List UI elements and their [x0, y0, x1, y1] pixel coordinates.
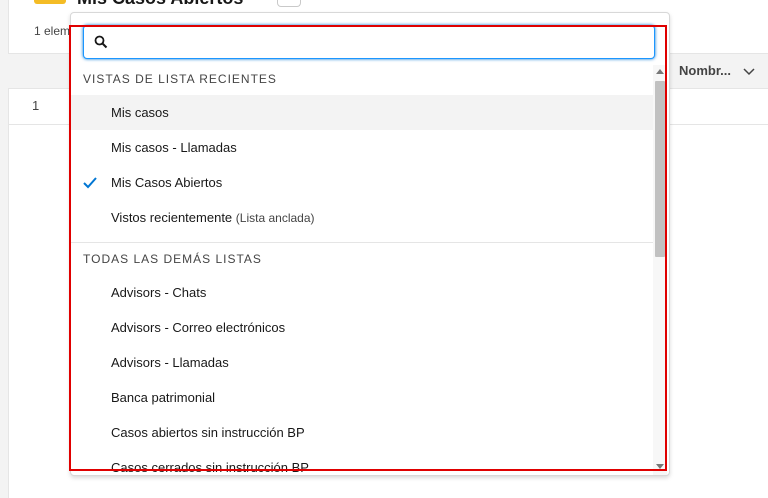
search-input[interactable] — [118, 30, 642, 56]
scroll-up-arrow[interactable] — [656, 69, 664, 74]
list-item-mis-casos-llamadas[interactable]: Mis casos - Llamadas — [71, 130, 653, 165]
list-item-casos-cerrados-bp[interactable]: Casos cerrados sin instrucción BP — [71, 450, 653, 475]
page-title[interactable]: Mis Casos Abiertos — [77, 0, 243, 9]
list-item-label: Casos abiertos sin instrucción BP — [111, 425, 305, 440]
list-item-label: Advisors - Chats — [111, 285, 207, 300]
list-view-dropdown: VISTAS DE LISTA RECIENTES Mis casos Mis … — [70, 12, 670, 476]
chevron-down-icon[interactable] — [743, 68, 755, 76]
list-item-label: Vistos recientemente — [111, 210, 233, 225]
pinned-note: (Lista anclada) — [235, 211, 315, 225]
row-number: 1 — [32, 98, 40, 113]
column-header-nombre[interactable]: Nombr... — [679, 63, 755, 78]
list-item-banca-patrimonial[interactable]: Banca patrimonial — [71, 380, 653, 415]
list-view-picker-button[interactable] — [277, 0, 301, 7]
list-item-label: Banca patrimonial — [111, 390, 216, 405]
list-options: VISTAS DE LISTA RECIENTES Mis casos Mis … — [71, 65, 653, 475]
list-item-label-wrap: Vistos recientemente (Lista anclada) — [111, 210, 315, 225]
column-header-label: Nombr... — [679, 63, 732, 78]
list-item-vistos-recientemente[interactable]: Vistos recientemente (Lista anclada) — [71, 200, 653, 235]
scroll-thumb[interactable] — [655, 81, 665, 257]
list-item-label: Casos cerrados sin instrucción BP — [111, 460, 309, 475]
list-item-mis-casos-abiertos[interactable]: Mis Casos Abiertos — [71, 165, 653, 200]
section-title-all: TODAS LAS DEMÁS LISTAS — [83, 252, 262, 266]
section-divider — [71, 242, 653, 243]
search-icon — [94, 35, 108, 49]
search-box[interactable] — [83, 25, 655, 59]
list-item-label: Mis casos - Llamadas — [111, 140, 237, 155]
scrollbar[interactable] — [653, 65, 667, 475]
list-item-casos-abiertos-bp[interactable]: Casos abiertos sin instrucción BP — [71, 415, 653, 450]
check-icon — [83, 177, 97, 189]
list-item-advisors-llamadas[interactable]: Advisors - Llamadas — [71, 345, 653, 380]
scroll-down-arrow[interactable] — [656, 464, 664, 469]
list-item-label: Advisors - Llamadas — [111, 355, 229, 370]
list-item-label: Mis casos — [111, 105, 169, 120]
section-title-recent: VISTAS DE LISTA RECIENTES — [83, 72, 277, 86]
list-item-mis-casos[interactable]: Mis casos — [71, 95, 653, 130]
list-item-advisors-correo[interactable]: Advisors - Correo electrónicos — [71, 310, 653, 345]
list-item-label: Advisors - Correo electrónicos — [111, 320, 286, 335]
list-view-icon — [34, 0, 66, 4]
list-item-advisors-chats[interactable]: Advisors - Chats — [71, 275, 653, 310]
list-item-label: Mis Casos Abiertos — [111, 175, 223, 190]
